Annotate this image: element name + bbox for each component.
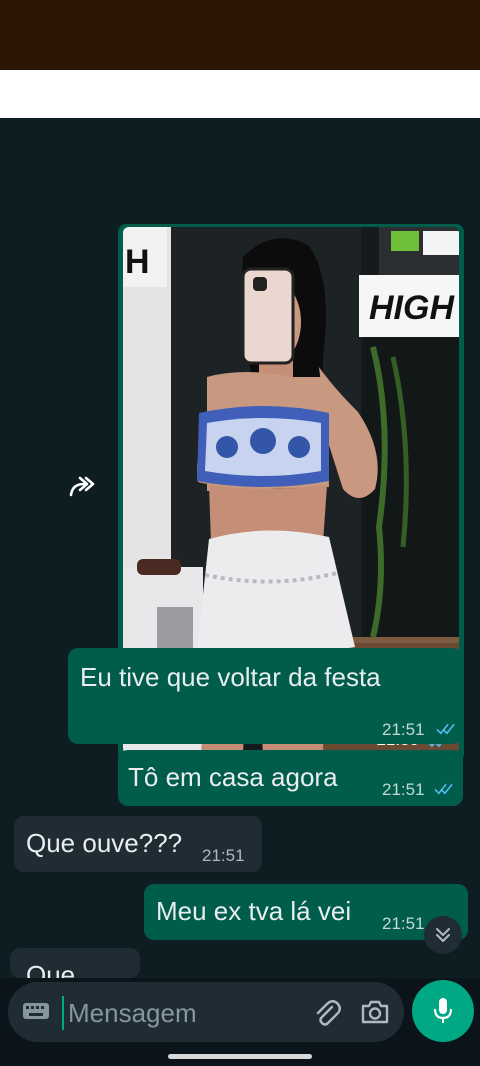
scroll-to-bottom-button[interactable] [424, 916, 462, 954]
message-input[interactable] [66, 992, 300, 1034]
forward-icon[interactable] [66, 471, 98, 503]
text-caret [62, 996, 64, 1030]
message-time: 21:51 [382, 780, 425, 799]
message-bubble[interactable]: Tô em casa agora 21:51 [118, 750, 463, 806]
message-time: 21:51 [202, 846, 245, 865]
message-bubble-partial[interactable]: Que [10, 948, 140, 978]
message-text: Que ouve??? [26, 828, 183, 858]
status-bar [0, 0, 480, 70]
chat-area[interactable]: H HIGH Eu tive que voltar da festa 21:51… [0, 118, 480, 978]
chevron-double-down-icon [436, 928, 450, 942]
message-text: Meu ex tva lá vei [156, 896, 352, 926]
message-time: 21:51 [382, 914, 425, 933]
message-text: Que [26, 960, 76, 978]
message-bubble[interactable]: Que ouve??? 21:51 [14, 816, 262, 872]
camera-icon[interactable] [360, 998, 390, 1026]
message-text: Eu tive que voltar da festa [80, 662, 381, 692]
double-check-icon [434, 783, 453, 795]
microphone-icon [433, 998, 453, 1023]
message-text: Tô em casa agora [128, 762, 338, 792]
svg-text:H: H [125, 243, 150, 281]
header-bar [0, 70, 480, 119]
microphone-button[interactable] [412, 980, 474, 1042]
message-input-container[interactable] [8, 982, 404, 1042]
home-indicator [168, 1054, 312, 1059]
composer-bar [0, 978, 480, 1066]
message-bubble[interactable]: Eu tive que voltar da festa 21:51 [68, 648, 463, 744]
message-bubble[interactable]: Meu ex tva lá vei 21:51 [144, 884, 468, 940]
keyboard-icon[interactable] [22, 1000, 50, 1022]
paperclip-icon[interactable] [312, 998, 342, 1028]
message-time: 21:51 [382, 720, 425, 739]
double-check-icon [436, 723, 455, 735]
sign-text: HIGH [369, 289, 455, 327]
